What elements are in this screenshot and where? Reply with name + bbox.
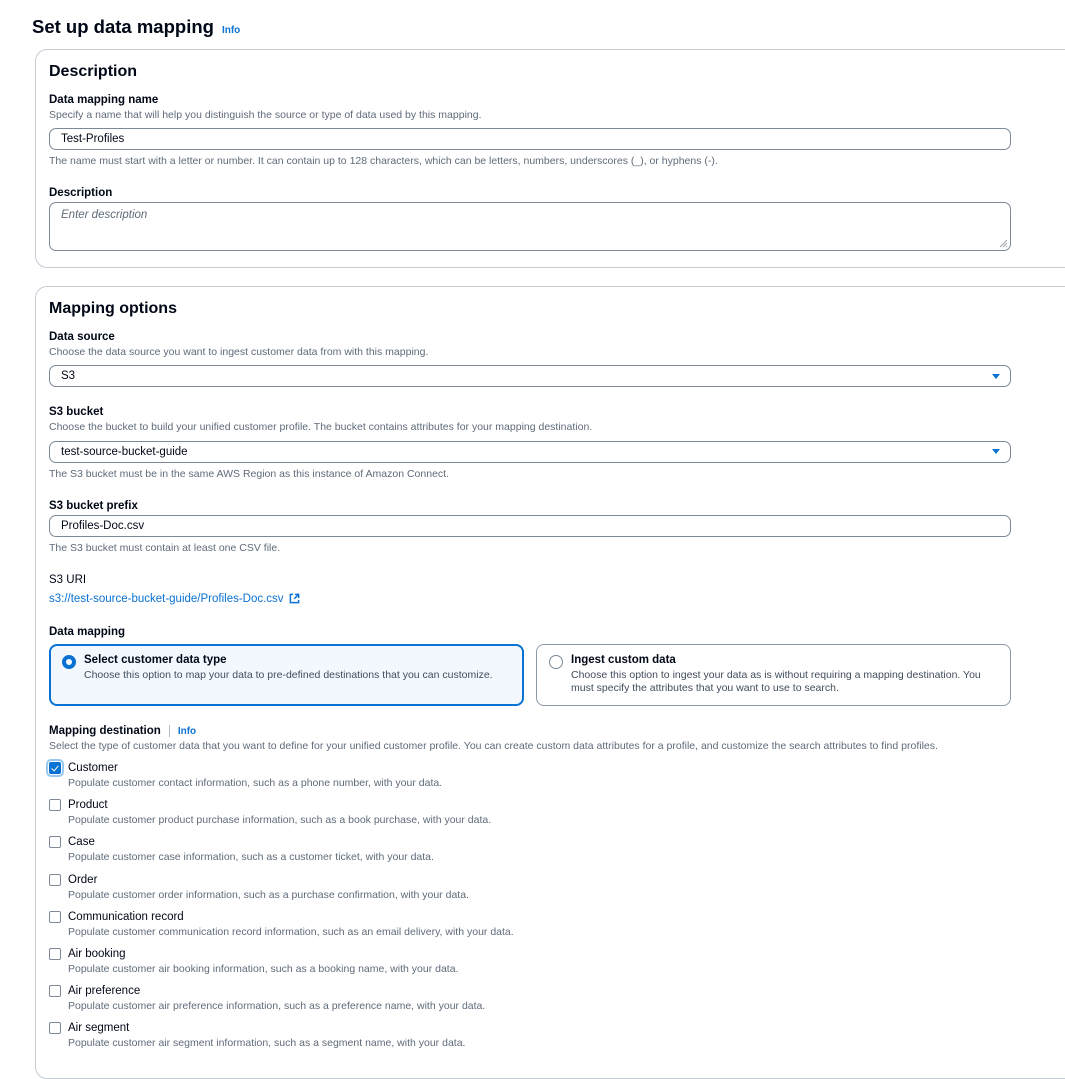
checkbox-item: Air preference Populate customer air pre… xyxy=(49,985,1011,1013)
checkbox-item: Air booking Populate customer air bookin… xyxy=(49,948,1011,976)
checkbox-label: Air preference xyxy=(68,985,140,997)
data-mapping-name-constraint: The name must start with a letter or num… xyxy=(49,155,1011,168)
checkbox-description: Populate customer case information, such… xyxy=(68,851,1011,864)
s3-bucket-constraint: The S3 bucket must be in the same AWS Re… xyxy=(49,468,1011,481)
radio-tile-label: Select customer data type xyxy=(84,654,493,666)
data-source-field: Data source Choose the data source you w… xyxy=(49,331,1011,387)
s3-prefix-label: S3 bucket prefix xyxy=(49,500,1011,512)
mapping-options-heading: Mapping options xyxy=(49,300,1065,318)
mapping-destination-info-link[interactable]: Info xyxy=(178,726,196,737)
radio-tile[interactable]: Select customer data type Choose this op… xyxy=(49,644,524,706)
description-label: Description xyxy=(49,187,1011,199)
page-header: Set up data mapping Info xyxy=(32,16,1065,38)
radio-tile[interactable]: Ingest custom data Choose this option to… xyxy=(536,644,1011,706)
description-textarea[interactable] xyxy=(49,202,1011,251)
checkbox-row[interactable]: Air preference xyxy=(49,985,1011,997)
checkbox-description: Populate customer air booking informatio… xyxy=(68,963,1011,976)
checkbox-label: Air booking xyxy=(68,948,126,960)
checkbox-row[interactable]: Case xyxy=(49,836,1011,848)
checkbox-item: Customer Populate customer contact infor… xyxy=(49,762,1011,790)
page-info-link[interactable]: Info xyxy=(222,25,240,36)
s3-uri-link-text: s3://test-source-bucket-guide/Profiles-D… xyxy=(49,593,284,605)
mapping-destination-label: Mapping destination xyxy=(49,725,161,737)
data-source-label: Data source xyxy=(49,331,1011,343)
radio-tile-description: Choose this option to ingest your data a… xyxy=(571,669,998,696)
s3-bucket-select[interactable]: test-source-bucket-guide xyxy=(49,441,1011,463)
checkbox-item: Communication record Populate customer c… xyxy=(49,911,1011,939)
checkbox-row[interactable]: Customer xyxy=(49,762,1011,774)
checkbox-label: Order xyxy=(68,874,97,886)
page-title: Set up data mapping xyxy=(32,16,214,38)
mapping-destination-description: Select the type of customer data that yo… xyxy=(49,740,1011,753)
mapping-destination-field: Mapping destination Info Select the type… xyxy=(49,725,1011,1050)
data-source-description: Choose the data source you want to inges… xyxy=(49,346,1011,359)
checkbox[interactable] xyxy=(49,911,61,923)
checkbox-description: Populate customer air preference informa… xyxy=(68,1000,1011,1013)
s3-prefix-field: S3 bucket prefix The S3 bucket must cont… xyxy=(49,500,1011,555)
s3-uri-field: S3 URI s3://test-source-bucket-guide/Pro… xyxy=(49,574,1011,607)
checkbox-row[interactable]: Communication record xyxy=(49,911,1011,923)
checkbox[interactable] xyxy=(49,985,61,997)
s3-uri-link[interactable]: s3://test-source-bucket-guide/Profiles-D… xyxy=(49,593,300,605)
data-mapping-name-label: Data mapping name xyxy=(49,94,1011,106)
checkbox-description: Populate customer communication record i… xyxy=(68,926,1011,939)
checkbox-label: Product xyxy=(68,799,108,811)
checkbox-item: Air segment Populate customer air segmen… xyxy=(49,1022,1011,1050)
checkbox[interactable] xyxy=(49,948,61,960)
s3-prefix-constraint: The S3 bucket must contain at least one … xyxy=(49,542,1011,555)
chevron-down-icon xyxy=(992,374,1000,379)
radio-tile-label: Ingest custom data xyxy=(571,654,998,666)
data-mapping-label: Data mapping xyxy=(49,626,1011,638)
chevron-down-icon xyxy=(992,449,1000,454)
checkbox-label: Case xyxy=(68,836,95,848)
mapping-destination-checkbox-list: Customer Populate customer contact infor… xyxy=(49,762,1011,1050)
data-mapping-name-input[interactable] xyxy=(49,128,1011,150)
checkbox-description: Populate customer product purchase infor… xyxy=(68,814,1011,827)
checkbox-description: Populate customer order information, suc… xyxy=(68,889,1011,902)
data-source-value: S3 xyxy=(61,370,75,382)
radio-button[interactable] xyxy=(62,655,76,669)
description-field: Description xyxy=(49,187,1011,251)
data-mapping-name-field: Data mapping name Specify a name that wi… xyxy=(49,94,1011,168)
checkbox-label: Customer xyxy=(68,762,118,774)
data-source-select[interactable]: S3 xyxy=(49,365,1011,387)
radio-tile-description: Choose this option to map your data to p… xyxy=(84,669,493,683)
radio-button[interactable] xyxy=(549,655,563,669)
checkbox-item: Order Populate customer order informatio… xyxy=(49,874,1011,902)
data-mapping-radio-group: Select customer data type Choose this op… xyxy=(49,644,1011,706)
checkbox[interactable] xyxy=(49,836,61,848)
s3-prefix-input[interactable] xyxy=(49,515,1011,537)
checkbox[interactable] xyxy=(49,1022,61,1034)
data-mapping-field: Data mapping Select customer data type C… xyxy=(49,626,1011,706)
checkbox[interactable] xyxy=(49,874,61,886)
textarea-resize-handle[interactable] xyxy=(999,239,1008,248)
checkbox-label: Communication record xyxy=(68,911,184,923)
checkbox-row[interactable]: Air segment xyxy=(49,1022,1011,1034)
checkbox[interactable] xyxy=(49,799,61,811)
checkbox-item: Product Populate customer product purcha… xyxy=(49,799,1011,827)
s3-bucket-label: S3 bucket xyxy=(49,406,1011,418)
s3-uri-label: S3 URI xyxy=(49,574,1011,586)
label-divider xyxy=(169,725,170,737)
checkbox-description: Populate customer contact information, s… xyxy=(68,777,1011,790)
description-card: Description Data mapping name Specify a … xyxy=(35,49,1065,268)
checkbox-label: Air segment xyxy=(68,1022,129,1034)
data-mapping-name-description: Specify a name that will help you distin… xyxy=(49,109,1011,122)
checkbox-row[interactable]: Air booking xyxy=(49,948,1011,960)
external-link-icon xyxy=(289,593,300,604)
s3-bucket-description: Choose the bucket to build your unified … xyxy=(49,421,1011,434)
checkbox-row[interactable]: Product xyxy=(49,799,1011,811)
s3-bucket-value: test-source-bucket-guide xyxy=(61,446,188,458)
description-card-heading: Description xyxy=(49,63,1065,81)
checkbox-description: Populate customer air segment informatio… xyxy=(68,1037,1011,1050)
mapping-options-card: Mapping options Data source Choose the d… xyxy=(35,286,1065,1079)
checkbox-row[interactable]: Order xyxy=(49,874,1011,886)
checkbox[interactable] xyxy=(49,762,61,774)
s3-bucket-field: S3 bucket Choose the bucket to build you… xyxy=(49,406,1011,480)
checkbox-item: Case Populate customer case information,… xyxy=(49,836,1011,864)
